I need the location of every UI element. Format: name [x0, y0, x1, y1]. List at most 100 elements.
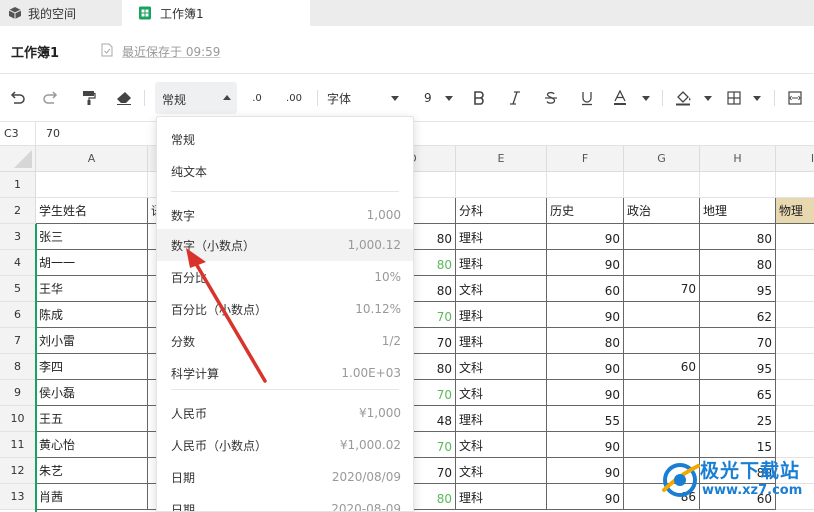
table-cell[interactable]: 90 — [547, 224, 624, 250]
tab-workbook[interactable]: 工作簿1 — [122, 0, 310, 26]
table-cell[interactable]: 90 — [547, 354, 624, 380]
format-menu-item[interactable]: 人民币（小数点） ¥1,000.02 — [157, 429, 413, 461]
table-cell[interactable] — [624, 380, 700, 406]
table-cell[interactable]: 60 — [547, 276, 624, 302]
format-menu-item[interactable]: 分数 1/2 — [157, 325, 413, 357]
row-header-4[interactable]: 4 — [0, 250, 36, 276]
table-cell[interactable]: 90 — [547, 250, 624, 276]
format-menu-item[interactable]: 人民币 ¥1,000 — [157, 397, 413, 429]
italic-button[interactable] — [506, 88, 524, 108]
format-menu-item[interactable]: 数字 1,000 — [157, 199, 413, 231]
table-cell[interactable]: 理科 — [456, 328, 547, 354]
table-cell[interactable] — [624, 224, 700, 250]
bold-button[interactable] — [470, 88, 488, 108]
table-cell[interactable]: 70 — [700, 328, 776, 354]
table-cell[interactable]: 黄心怡 — [36, 432, 148, 458]
table-cell[interactable] — [776, 380, 814, 406]
row-header-13[interactable]: 13 — [0, 484, 36, 510]
table-cell[interactable]: 95 — [700, 276, 776, 302]
format-menu-item[interactable]: 纯文本 — [157, 155, 413, 187]
table-cell[interactable]: 80 — [547, 328, 624, 354]
table-cell[interactable]: 25 — [700, 406, 776, 432]
row-header-5[interactable]: 5 — [0, 276, 36, 302]
row-header-11[interactable]: 11 — [0, 432, 36, 458]
table-cell[interactable]: 62 — [700, 302, 776, 328]
table-cell[interactable] — [624, 432, 700, 458]
column-header-i[interactable]: I — [776, 146, 814, 172]
header-cell[interactable]: 政治 — [624, 198, 700, 224]
table-cell[interactable]: 朱艺 — [36, 458, 148, 484]
table-cell[interactable]: 理科 — [456, 224, 547, 250]
row-header-8[interactable]: 8 — [0, 354, 36, 380]
table-cell[interactable]: 文科 — [456, 432, 547, 458]
table-cell[interactable]: 90 — [547, 302, 624, 328]
table-cell[interactable]: 侯小磊 — [36, 380, 148, 406]
table-cell[interactable]: 80 — [700, 250, 776, 276]
table-cell[interactable]: 肖茜 — [36, 484, 148, 510]
table-cell[interactable]: 90 — [547, 432, 624, 458]
font-family-select[interactable]: 字体 — [327, 88, 403, 108]
header-cell[interactable]: 地理 — [700, 198, 776, 224]
strikethrough-button[interactable] — [542, 88, 560, 108]
column-header-h[interactable]: H — [700, 146, 776, 172]
row-header-2[interactable]: 2 — [0, 198, 36, 224]
table-cell[interactable]: 65 — [700, 380, 776, 406]
merge-cells-button[interactable] — [786, 88, 804, 108]
table-cell[interactable]: 15 — [700, 432, 776, 458]
row-header-12[interactable]: 12 — [0, 458, 36, 484]
row-header-3[interactable]: 3 — [0, 224, 36, 250]
table-cell[interactable]: 60 — [624, 354, 700, 380]
cell[interactable] — [456, 172, 547, 198]
decrease-decimal-button[interactable]: .0 — [247, 88, 267, 108]
clear-format-button[interactable] — [115, 88, 133, 108]
column-header-g[interactable]: G — [624, 146, 700, 172]
font-size-select[interactable]: 9 — [424, 88, 456, 108]
table-cell[interactable]: 70 — [624, 276, 700, 302]
cell[interactable] — [776, 172, 814, 198]
table-cell[interactable]: 90 — [547, 458, 624, 484]
table-cell[interactable]: 95 — [700, 354, 776, 380]
table-cell[interactable]: 90 — [547, 484, 624, 510]
header-cell[interactable]: 历史 — [547, 198, 624, 224]
table-cell[interactable] — [624, 406, 700, 432]
format-menu-item[interactable]: 百分比（小数点） 10.12% — [157, 293, 413, 325]
table-cell[interactable]: 王五 — [36, 406, 148, 432]
number-format-select[interactable]: 常规 — [155, 82, 237, 114]
tab-my-space[interactable]: 我的空间 — [0, 0, 122, 26]
table-cell[interactable]: 理科 — [456, 406, 547, 432]
row-header-6[interactable]: 6 — [0, 302, 36, 328]
table-cell[interactable] — [624, 328, 700, 354]
table-cell[interactable] — [776, 302, 814, 328]
header-cell[interactable]: 分科 — [456, 198, 547, 224]
row-header-9[interactable]: 9 — [0, 380, 36, 406]
table-cell[interactable] — [776, 250, 814, 276]
document-title[interactable]: 工作簿1 — [11, 42, 59, 61]
table-cell[interactable] — [776, 354, 814, 380]
table-cell[interactable] — [624, 250, 700, 276]
cell-reference[interactable]: C3 — [0, 122, 36, 146]
table-cell[interactable] — [776, 328, 814, 354]
table-cell[interactable]: 90 — [547, 380, 624, 406]
header-cell[interactable]: 学生姓名 — [36, 198, 148, 224]
font-color-button[interactable] — [613, 88, 653, 108]
format-menu-item[interactable]: 百分比 10% — [157, 261, 413, 293]
cell[interactable] — [547, 172, 624, 198]
table-cell[interactable]: 80 — [700, 224, 776, 250]
borders-button[interactable] — [727, 88, 767, 108]
undo-button[interactable] — [8, 88, 26, 108]
table-cell[interactable]: 理科 — [456, 302, 547, 328]
table-cell[interactable] — [776, 276, 814, 302]
save-status[interactable]: 最近保存于 09:59 — [122, 43, 220, 60]
format-menu-item[interactable]: 日期 2020-08-09 — [157, 493, 413, 511]
column-header-f[interactable]: F — [547, 146, 624, 172]
table-cell[interactable]: 王华 — [36, 276, 148, 302]
table-cell[interactable]: 理科 — [456, 250, 547, 276]
row-header-1[interactable]: 1 — [0, 172, 36, 198]
table-cell[interactable]: 文科 — [456, 354, 547, 380]
column-header-e[interactable]: E — [456, 146, 547, 172]
table-cell[interactable]: 理科 — [456, 484, 547, 510]
table-cell[interactable]: 李四 — [36, 354, 148, 380]
column-header-a[interactable]: A — [36, 146, 148, 172]
cell[interactable] — [624, 172, 700, 198]
underline-button[interactable] — [578, 88, 596, 108]
